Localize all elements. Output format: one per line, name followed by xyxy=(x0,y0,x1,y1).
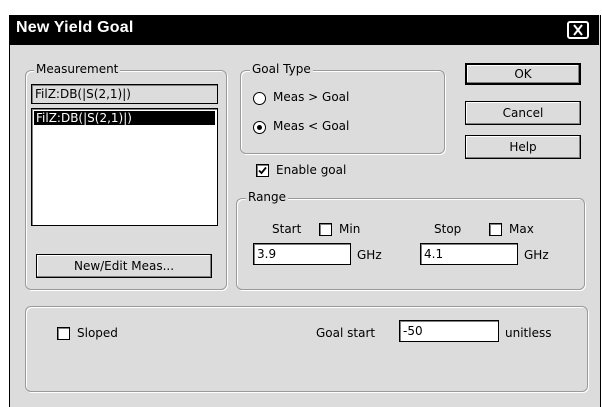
enable-goal-checkbox[interactable] xyxy=(256,164,269,177)
meas-less-radio[interactable] xyxy=(253,121,266,134)
checkmark-icon xyxy=(258,166,267,175)
ok-button[interactable]: OK xyxy=(465,63,581,85)
help-button[interactable]: Help xyxy=(465,135,581,159)
start-unit: GHz xyxy=(357,248,382,262)
goal-start-field[interactable]: -50 xyxy=(399,320,499,342)
list-item[interactable]: FilZ:DB(|S(2,1)|) xyxy=(34,111,215,125)
radio-selected-dot xyxy=(257,125,262,130)
close-icon xyxy=(573,24,583,36)
range-legend: Range xyxy=(246,190,289,204)
enable-goal-label: Enable goal xyxy=(276,163,347,177)
start-value-field[interactable]: 3.9 xyxy=(253,243,351,265)
stop-value-field[interactable]: 4.1 xyxy=(420,243,518,265)
meas-greater-radio[interactable] xyxy=(253,92,266,105)
meas-less-label: Meas < Goal xyxy=(273,119,350,133)
min-label: Min xyxy=(339,222,361,236)
measurement-current-field: FilZ:DB(|S(2,1)|) xyxy=(31,84,218,104)
cancel-button[interactable]: Cancel xyxy=(465,101,581,125)
goal-start-label: Goal start xyxy=(316,326,376,340)
sloped-label: Sloped xyxy=(77,326,118,340)
goal-type-group xyxy=(240,70,445,154)
sloped-checkbox[interactable] xyxy=(57,327,70,340)
stop-label: Stop xyxy=(434,222,462,236)
dialog-title: New Yield Goal xyxy=(16,19,134,36)
goal-start-unit: unitless xyxy=(505,326,552,340)
max-label: Max xyxy=(509,222,534,236)
measurement-list[interactable]: FilZ:DB(|S(2,1)|) xyxy=(31,108,218,226)
meas-greater-label: Meas > Goal xyxy=(273,90,350,104)
stop-unit: GHz xyxy=(524,248,549,262)
slope-group xyxy=(25,306,588,392)
start-label: Start xyxy=(272,222,302,236)
measurement-legend: Measurement xyxy=(34,62,121,76)
min-checkbox[interactable] xyxy=(319,223,332,236)
max-checkbox[interactable] xyxy=(489,223,502,236)
close-button[interactable] xyxy=(567,21,589,39)
goal-type-legend: Goal Type xyxy=(250,62,313,76)
new-edit-meas-button[interactable]: New/Edit Meas... xyxy=(36,254,212,278)
